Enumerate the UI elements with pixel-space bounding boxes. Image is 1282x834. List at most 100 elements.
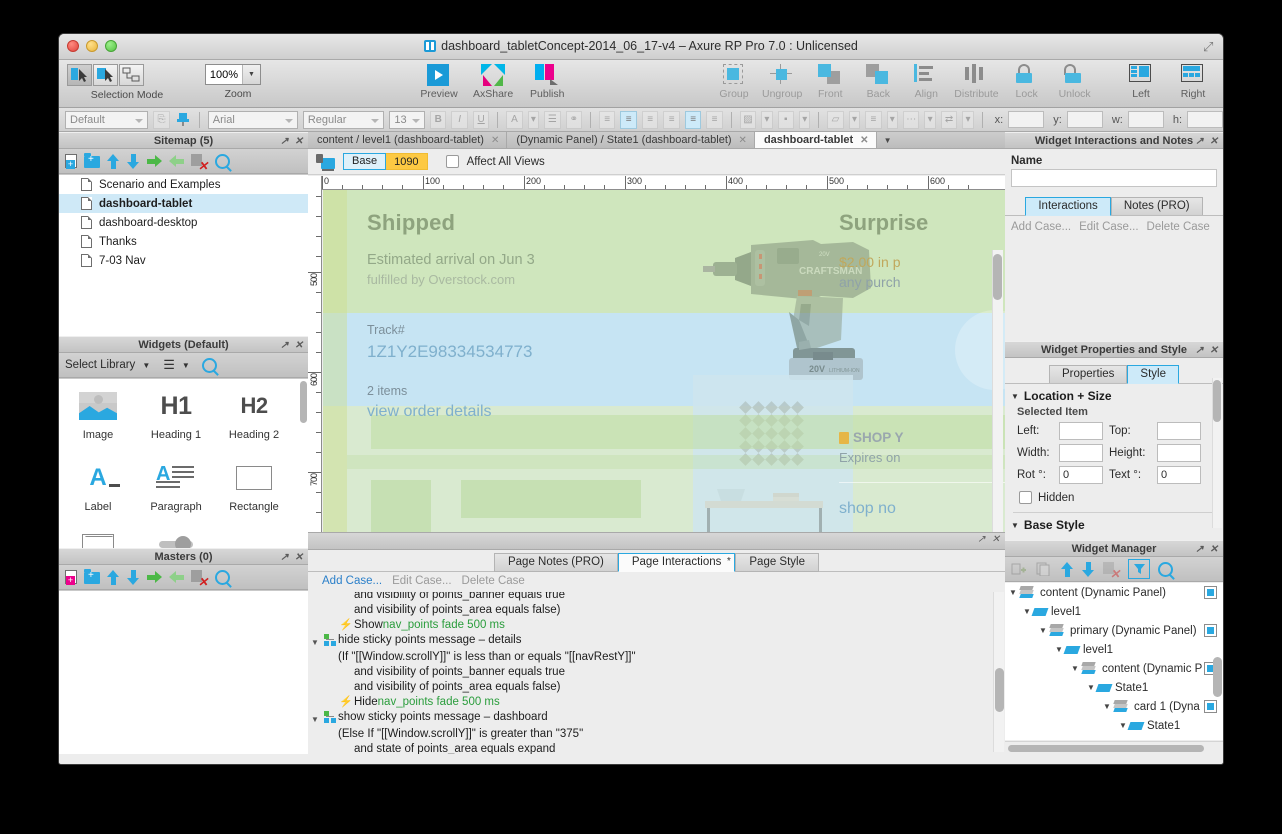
collapse-caret-icon[interactable]: ▼ bbox=[1011, 521, 1019, 530]
tab-page-interactions[interactable]: Page Interactions * bbox=[617, 553, 736, 572]
chevron-down-icon[interactable]: ▼ bbox=[182, 361, 190, 370]
tree-row[interactable]: ▼ level1 bbox=[1005, 640, 1223, 659]
close-icon[interactable]: ✕ bbox=[860, 135, 868, 146]
line-style-dropdown-icon[interactable]: ▾ bbox=[924, 110, 936, 129]
duplicate-widget-icon[interactable] bbox=[1036, 562, 1053, 577]
bring-front-button[interactable]: Front bbox=[810, 60, 850, 100]
widget-item-label[interactable]: A Label bbox=[59, 459, 137, 531]
location-size-section[interactable]: ▼ Location + Size bbox=[1005, 384, 1223, 406]
widgets-grid[interactable]: Image H1 Heading 1 H2 Heading 2 A Label … bbox=[59, 379, 308, 548]
fill-color-dropdown-icon[interactable]: ▾ bbox=[761, 110, 773, 129]
fullscreen-icon[interactable]: ⤢ bbox=[1203, 40, 1217, 54]
tree-row[interactable]: ▼ level1 bbox=[1005, 602, 1223, 621]
interaction-case-row[interactable]: ▼ hide sticky points message – details bbox=[308, 633, 991, 650]
font-weight-select[interactable]: Regular bbox=[302, 110, 385, 129]
collapse-caret-icon[interactable]: ▼ bbox=[1007, 588, 1019, 597]
link-icon[interactable]: ⚭ bbox=[565, 110, 583, 129]
collapse-caret-icon[interactable]: ▼ bbox=[1011, 392, 1019, 401]
move-down-icon[interactable] bbox=[127, 153, 140, 169]
interaction-case-row[interactable]: ▼ show sticky points message – dashboard bbox=[308, 710, 991, 727]
add-folder-icon[interactable] bbox=[84, 153, 100, 168]
axshare-button[interactable]: AxShare bbox=[473, 60, 513, 100]
widget-item-heading1[interactable]: H1 Heading 1 bbox=[137, 387, 215, 459]
line-width-dropdown-icon[interactable]: ▾ bbox=[886, 110, 898, 129]
move-up-icon[interactable] bbox=[1061, 561, 1074, 577]
font-color-icon[interactable]: A bbox=[506, 110, 523, 129]
toggle-right-panel-button[interactable]: Right bbox=[1173, 60, 1213, 100]
send-back-button[interactable]: Back bbox=[858, 60, 898, 100]
border-icon[interactable]: ▱ bbox=[827, 110, 844, 129]
device-icon[interactable] bbox=[316, 154, 335, 171]
toggle-left-panel-button[interactable]: Left bbox=[1121, 60, 1161, 100]
height-input[interactable] bbox=[1157, 444, 1201, 462]
edit-case-button[interactable]: Edit Case... bbox=[392, 575, 451, 587]
paint-brush-icon[interactable] bbox=[175, 111, 191, 129]
publish-button[interactable]: Publish bbox=[527, 60, 567, 100]
masters-expand-icon[interactable]: ↗ bbox=[280, 550, 288, 566]
tree-row[interactable]: ▼ content (Dynamic Panel) bbox=[1005, 583, 1223, 602]
outdent-icon[interactable] bbox=[169, 154, 184, 168]
y-input[interactable] bbox=[1066, 111, 1103, 128]
tab-interactions[interactable]: Interactions bbox=[1025, 197, 1111, 216]
chevron-down-icon[interactable]: ▼ bbox=[242, 65, 260, 84]
interactions-scrollbar[interactable] bbox=[993, 592, 1004, 752]
properties-scrollbar[interactable] bbox=[1212, 378, 1222, 528]
rot-input[interactable]: 0 bbox=[1059, 466, 1103, 484]
close-icon[interactable]: ✕ bbox=[1210, 542, 1218, 558]
widget-name-input[interactable] bbox=[1011, 169, 1217, 187]
tree-row[interactable]: ▼ State1 bbox=[1005, 716, 1223, 735]
line-arrow-dropdown-icon[interactable]: ▾ bbox=[962, 110, 974, 129]
h-input[interactable] bbox=[1187, 111, 1223, 128]
group-button[interactable]: Group bbox=[714, 60, 754, 100]
align-right-icon[interactable]: ≡ bbox=[641, 110, 659, 129]
edit-case-button[interactable]: Edit Case... bbox=[1079, 221, 1138, 233]
move-down-icon[interactable] bbox=[127, 569, 140, 585]
widgets-close-icon[interactable]: ✕ bbox=[295, 338, 303, 354]
add-case-button[interactable]: Add Case... bbox=[1011, 221, 1071, 233]
widgets-expand-icon[interactable]: ↗ bbox=[280, 338, 288, 354]
widget-manager-tree[interactable]: ▼ content (Dynamic Panel) ▼ level1 ▼ pri… bbox=[1005, 583, 1223, 740]
tree-horizontal-scrollbar[interactable] bbox=[1005, 741, 1223, 754]
shop-now-link[interactable]: shop no bbox=[839, 500, 896, 518]
line-width-icon[interactable]: ≡ bbox=[865, 110, 882, 129]
affect-all-views-checkbox[interactable] bbox=[445, 155, 459, 168]
bp-close-icon[interactable]: ✕ bbox=[992, 534, 1000, 545]
style-select[interactable]: Default bbox=[65, 110, 149, 129]
view-width-button[interactable]: 1090 bbox=[386, 153, 428, 170]
masters-list[interactable] bbox=[59, 591, 308, 754]
align-left-icon[interactable]: ≡ bbox=[598, 110, 616, 129]
chevron-down-icon[interactable]: ▼ bbox=[142, 361, 150, 370]
sitemap-list[interactable]: Scenario and Examples dashboard-tablet d… bbox=[59, 175, 308, 336]
collapse-caret-icon[interactable]: ▼ bbox=[308, 710, 322, 727]
hidden-checkbox[interactable] bbox=[1019, 491, 1032, 504]
tab-notes[interactable]: Notes (PRO) bbox=[1110, 197, 1203, 216]
widget-item-rectangle[interactable]: Rectangle bbox=[215, 459, 293, 531]
bullet-list-icon[interactable]: ☰ bbox=[544, 110, 561, 129]
italic-button[interactable]: I bbox=[451, 110, 468, 129]
delete-page-icon[interactable]: ✕ bbox=[191, 153, 208, 172]
close-icon[interactable]: ✕ bbox=[491, 135, 499, 146]
preview-button[interactable]: Preview bbox=[419, 60, 459, 100]
fill-color-icon[interactable]: ▨ bbox=[739, 110, 757, 129]
w-input[interactable] bbox=[1127, 111, 1164, 128]
valign-bottom-icon[interactable]: ≡ bbox=[706, 110, 723, 129]
x-input[interactable] bbox=[1008, 111, 1045, 128]
font-size-select[interactable]: 13 bbox=[389, 110, 425, 129]
widget-item-placeholder-2[interactable] bbox=[137, 531, 215, 548]
expand-icon[interactable]: ↗ bbox=[1195, 542, 1203, 558]
widgets-scrollbar[interactable] bbox=[300, 381, 307, 511]
tab-page-style[interactable]: Page Style bbox=[735, 553, 819, 572]
valign-top-icon[interactable]: ≡ bbox=[663, 110, 680, 129]
add-case-button[interactable]: Add Case... bbox=[322, 575, 382, 587]
selection-mode-intersect-button[interactable] bbox=[67, 64, 92, 86]
add-folder-icon[interactable] bbox=[84, 569, 100, 584]
close-icon[interactable]: ✕ bbox=[1210, 343, 1218, 359]
sitemap-item[interactable]: Scenario and Examples bbox=[59, 175, 308, 194]
collapse-caret-icon[interactable]: ▼ bbox=[308, 633, 322, 650]
delete-master-icon[interactable]: ✕ bbox=[191, 569, 208, 588]
expand-icon[interactable]: ↗ bbox=[1195, 134, 1203, 150]
widget-item-image[interactable]: Image bbox=[59, 387, 137, 459]
copy-format-icon[interactable]: ⎘ bbox=[153, 110, 170, 129]
tab-properties[interactable]: Properties bbox=[1049, 365, 1128, 384]
tree-vertical-scrollbar[interactable] bbox=[1213, 629, 1222, 739]
